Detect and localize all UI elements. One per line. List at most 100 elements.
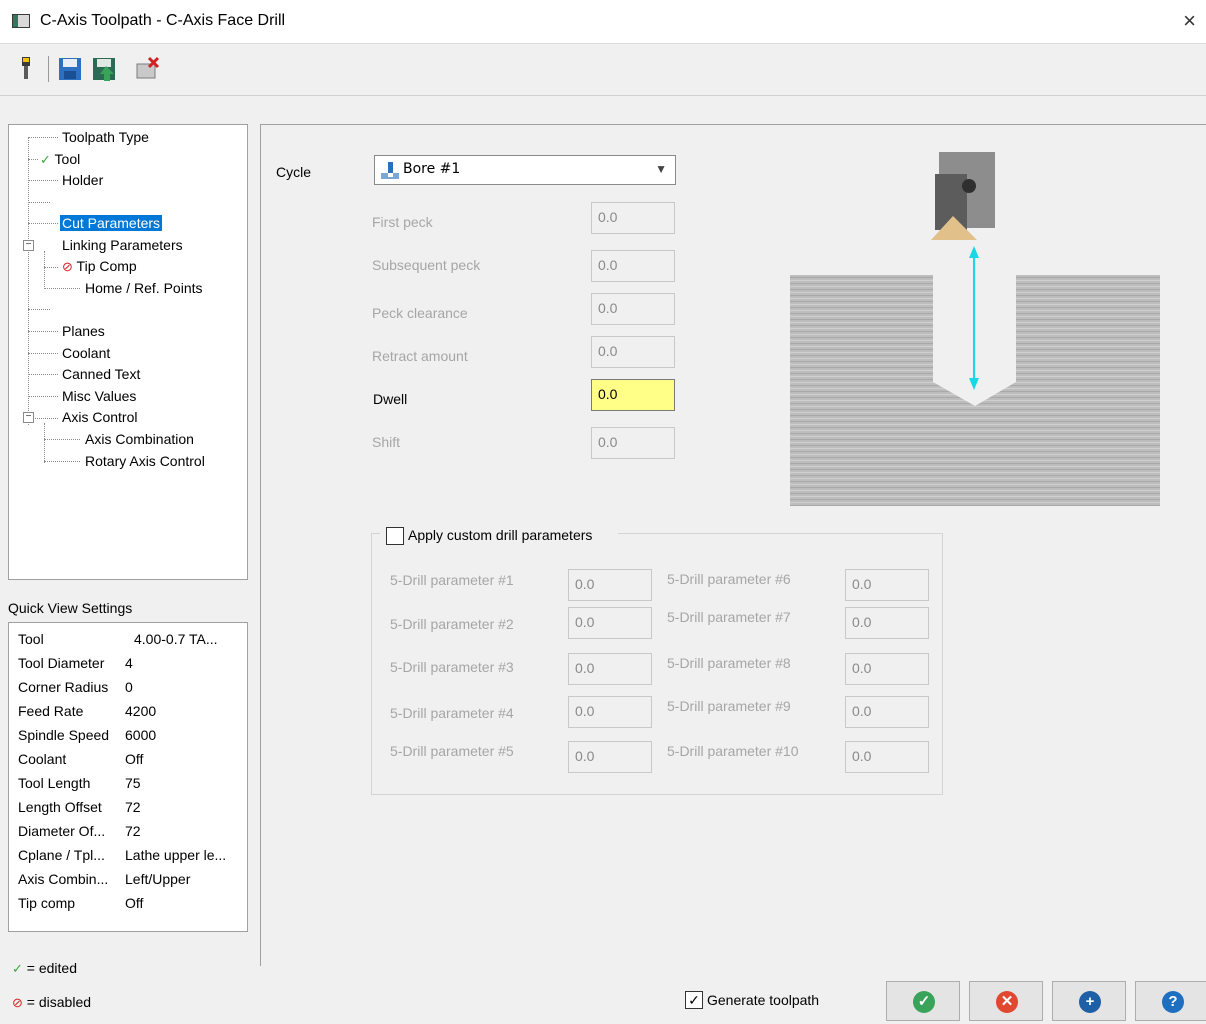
drill-param-10-input[interactable]: 0.0 — [845, 741, 929, 773]
peck-clearance-input[interactable]: 0.0 — [591, 293, 675, 325]
qv-label: Tool — [18, 631, 44, 647]
tree-item-label: Tool — [54, 151, 81, 167]
retract-amount-input[interactable]: 0.0 — [591, 336, 675, 368]
cancel-button[interactable]: ✕ — [969, 981, 1043, 1021]
tree-connector — [28, 223, 58, 224]
qv-value: 72 — [125, 799, 141, 815]
toolbar-separator — [48, 56, 49, 82]
help-icon: ? — [1162, 991, 1184, 1013]
arrow-down-icon — [969, 378, 979, 390]
save-as-icon[interactable] — [92, 56, 116, 82]
qv-label: Length Offset — [18, 799, 102, 815]
plus-icon: + — [1079, 991, 1101, 1013]
drill-param-5-label: 5-Drill parameter #5 — [390, 743, 514, 759]
drill-param-9-input[interactable]: 0.0 — [845, 696, 929, 728]
app-icon — [12, 14, 30, 28]
drill-param-6-label: 5-Drill parameter #6 — [667, 571, 791, 587]
chevron-down-icon[interactable]: ▼ — [655, 162, 667, 176]
tree-item-planes[interactable]: Planes — [62, 323, 105, 339]
title-bar: C-Axis Toolpath - C-Axis Face Drill × — [0, 0, 1206, 44]
cycle-label: Cycle — [276, 164, 312, 180]
drill-param-8-input[interactable]: 0.0 — [845, 653, 929, 685]
qv-label: Feed Rate — [18, 703, 84, 719]
quick-view-title: Quick View Settings — [8, 600, 133, 616]
toolbar — [0, 44, 1206, 96]
close-icon[interactable]: × — [1183, 8, 1196, 34]
qv-label: Coolant — [18, 751, 67, 767]
cycle-select[interactable]: Bore #1 ▼ — [374, 155, 676, 185]
add-button[interactable]: + — [1052, 981, 1126, 1021]
first-peck-input[interactable]: 0.0 — [591, 202, 675, 234]
qv-label: Corner Radius — [18, 679, 109, 695]
cancel-x-icon: ✕ — [996, 991, 1018, 1013]
tree-item-coolant[interactable]: Coolant — [62, 345, 110, 361]
tree-connector — [44, 439, 80, 440]
drill-param-5-input[interactable]: 0.0 — [568, 741, 652, 773]
edited-check-icon: ✓ — [12, 961, 23, 976]
generate-toolpath-checkbox[interactable]: ✓ — [685, 991, 703, 1009]
legend-edited-label: = edited — [26, 960, 78, 976]
tree-item-home-ref-points[interactable]: Home / Ref. Points — [85, 280, 203, 296]
retract-amount-label: Retract amount — [372, 348, 468, 364]
drill-param-10-label: 5-Drill parameter #10 — [667, 743, 799, 759]
help-button[interactable]: ? — [1135, 981, 1206, 1021]
disabled-icon: ⊘ — [12, 995, 23, 1010]
clear-icon[interactable] — [136, 56, 160, 82]
qv-label: Spindle Speed — [18, 727, 110, 743]
drill-param-3-label: 5-Drill parameter #3 — [390, 659, 514, 675]
edited-check-icon: ✓ — [40, 152, 51, 167]
peck-clearance-label: Peck clearance — [372, 305, 468, 321]
qv-value: Off — [125, 751, 144, 767]
qv-label: Tool Diameter — [18, 655, 105, 671]
drill-param-7-input[interactable]: 0.0 — [845, 607, 929, 639]
drill-param-7-label: 5-Drill parameter #7 — [667, 609, 791, 625]
window-title: C-Axis Toolpath - C-Axis Face Drill — [40, 12, 286, 29]
drill-param-6-input[interactable]: 0.0 — [845, 569, 929, 601]
ok-check-icon: ✓ — [913, 991, 935, 1013]
qv-value: Lathe upper le... — [125, 847, 227, 863]
tree-item-axis-combination[interactable]: Axis Combination — [85, 431, 194, 447]
drill-param-3-input[interactable]: 0.0 — [568, 653, 652, 685]
tree-item-label: Tip Comp — [76, 258, 137, 274]
tree-item-axis-control[interactable]: Axis Control — [62, 409, 137, 425]
tree-item-cut-parameters[interactable]: Cut Parameters — [60, 215, 163, 231]
tree-item-holder[interactable]: Holder — [62, 172, 103, 188]
qv-value: 4200 — [125, 703, 157, 719]
tree-connector — [28, 353, 58, 354]
tree-item-rotary-axis-control[interactable]: Rotary Axis Control — [85, 453, 205, 469]
drill-param-9-label: 5-Drill parameter #9 — [667, 698, 791, 714]
tree-connector — [28, 137, 58, 138]
first-peck-label: First peck — [372, 214, 433, 230]
qv-value: 72 — [125, 823, 141, 839]
tree-connector — [28, 374, 58, 375]
drill-param-4-input[interactable]: 0.0 — [568, 696, 652, 728]
tree-connector — [44, 423, 45, 463]
ok-button[interactable]: ✓ — [886, 981, 960, 1021]
qv-value: 6000 — [125, 727, 157, 743]
subsequent-peck-label: Subsequent peck — [372, 257, 481, 273]
qv-value: 4 — [125, 655, 133, 671]
tree-item-toolpath-type[interactable]: Toolpath Type — [62, 129, 149, 145]
tree-item-canned-text[interactable]: Canned Text — [62, 366, 140, 382]
drill-param-2-input[interactable]: 0.0 — [568, 607, 652, 639]
tree-connector — [28, 202, 50, 203]
tree-item-tool[interactable]: ✓ Tool — [40, 151, 80, 168]
dwell-input[interactable]: 0.0 — [591, 379, 675, 411]
tree-item-linking-parameters[interactable]: Linking Parameters — [62, 237, 183, 253]
drill-param-1-input[interactable]: 0.0 — [568, 569, 652, 601]
qv-label: Diameter Of... — [18, 823, 106, 839]
tool-icon[interactable] — [14, 56, 38, 82]
tree-item-tip-comp[interactable]: ⊘ Tip Comp — [62, 258, 137, 275]
subsequent-peck-input[interactable]: 0.0 — [591, 250, 675, 282]
drill-param-4-label: 5-Drill parameter #4 — [390, 705, 514, 721]
custom-drill-checkbox[interactable] — [386, 527, 404, 545]
collapse-toggle-linking[interactable]: − — [23, 240, 34, 251]
tree-connector — [44, 461, 80, 462]
save-icon[interactable] — [58, 56, 82, 82]
tree-connector — [44, 267, 58, 268]
tree-item-misc-values[interactable]: Misc Values — [62, 388, 136, 404]
collapse-toggle-axis-control[interactable]: − — [23, 412, 34, 423]
shift-input[interactable]: 0.0 — [591, 427, 675, 459]
drill-param-1-label: 5-Drill parameter #1 — [390, 572, 514, 588]
tree-connector — [44, 288, 80, 289]
